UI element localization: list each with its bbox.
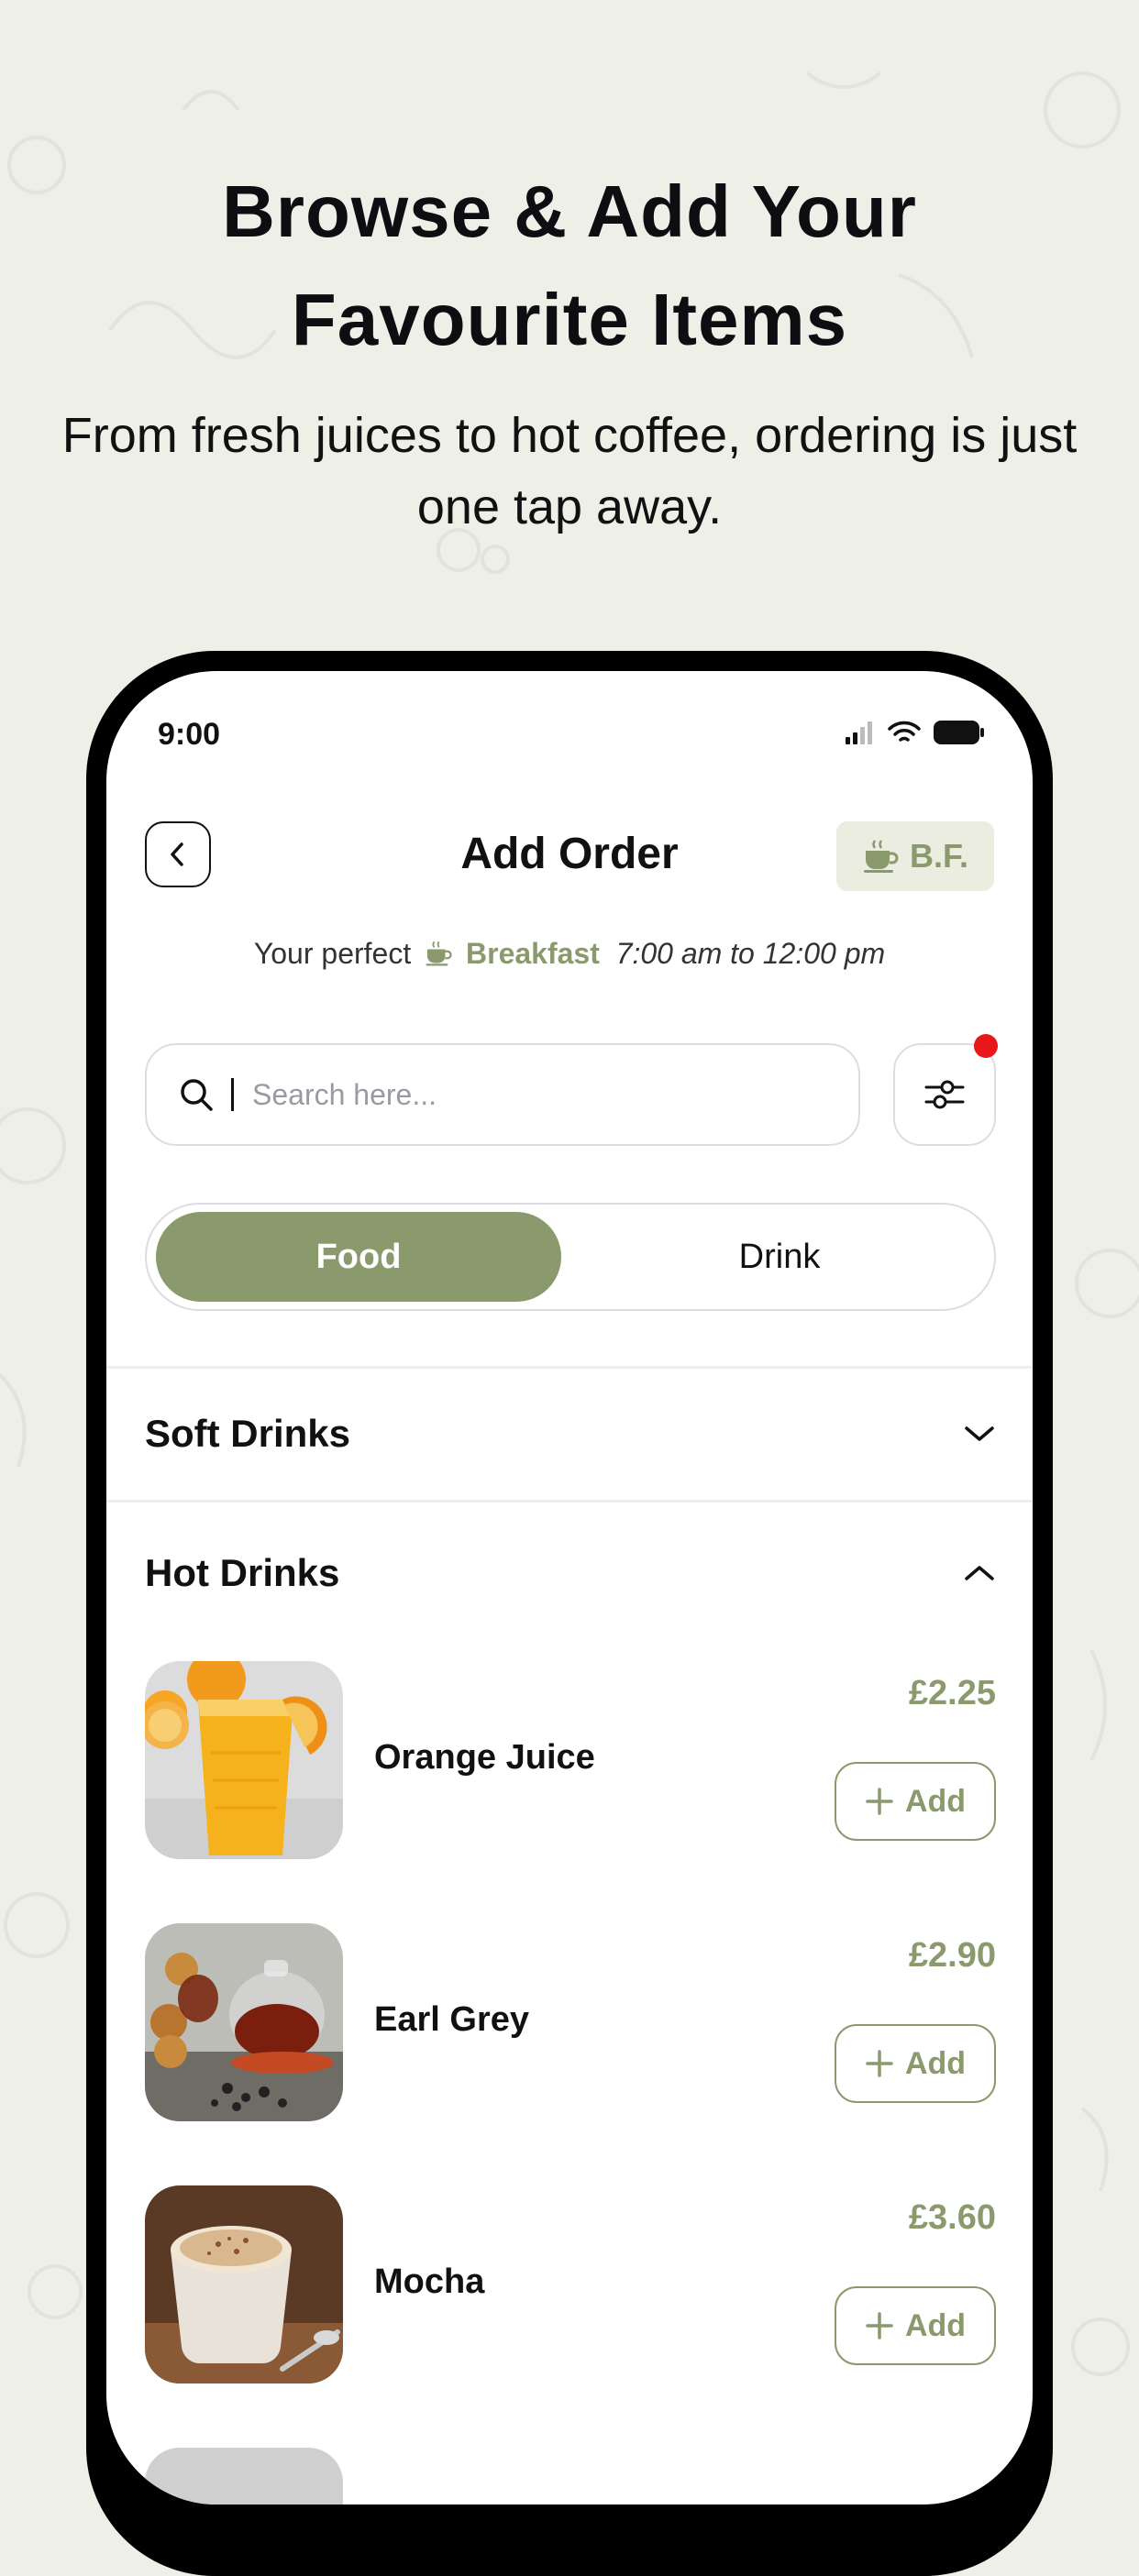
hero-title-line-1: Browse & Add Your — [222, 171, 917, 252]
divider — [106, 1500, 1033, 1503]
plus-icon — [866, 1788, 893, 1815]
search-icon — [181, 1079, 213, 1111]
meal-name: Breakfast — [466, 937, 600, 970]
item-price: £2.25 — [908, 1674, 996, 1712]
add-button-label: Add — [904, 2045, 967, 2081]
add-button[interactable]: Add — [835, 1762, 996, 1841]
add-button[interactable]: Add — [835, 2286, 996, 2365]
meal-badge-label: B.F. — [909, 837, 968, 875]
meal-hours: 7:00 am to 12:00 pm — [615, 937, 886, 970]
search-bar[interactable] — [145, 1043, 860, 1146]
section-title: Soft Drinks — [145, 1412, 351, 1455]
divider — [106, 1366, 1033, 1369]
list-item[interactable]: Earl Grey £2.90 Add — [145, 1923, 996, 2121]
hero-subtitle: From fresh juices to hot coffee, orderin… — [61, 408, 1078, 534]
item-name: Mocha — [374, 2262, 485, 2301]
coffee-cup-icon — [426, 941, 452, 966]
plus-icon — [866, 2312, 893, 2339]
list-item[interactable]: Orange Juice £2.25 Add — [145, 1661, 996, 1859]
phone-screen: 9:00 Add Order B.F. Your perfect Breakfa… — [106, 671, 1033, 2504]
add-button[interactable]: Add — [835, 2024, 996, 2103]
earl-grey-tea-image — [145, 1923, 343, 2121]
mocha-image — [145, 2185, 343, 2383]
wifi-icon — [888, 721, 921, 742]
meal-badge[interactable]: B.F. — [836, 821, 994, 891]
chevron-up-icon — [965, 1566, 994, 1580]
add-button-label: Add — [904, 2307, 967, 2343]
status-time: 9:00 — [158, 717, 221, 752]
search-input[interactable] — [250, 1076, 768, 1113]
list-item[interactable] — [145, 2448, 996, 2504]
hero-title: Browse & Add Your Favourite Items — [0, 158, 1139, 374]
meal-time-info: Your perfect Breakfast 7:00 am to 12:00 … — [106, 937, 1033, 971]
notification-dot — [974, 1034, 998, 1058]
cellular-signal-icon — [846, 721, 872, 744]
category-tabs: Food Drink — [145, 1203, 996, 1311]
add-button-label: Add — [904, 1783, 967, 1819]
item-price: £2.90 — [908, 1936, 996, 1975]
item-name: Earl Grey — [374, 2000, 529, 2039]
tab-drink[interactable]: Drink — [570, 1212, 989, 1302]
section-hot-drinks[interactable]: Hot Drinks — [145, 1536, 996, 1610]
status-icons — [846, 719, 985, 746]
text-caret — [231, 1078, 234, 1111]
coffee-cup-icon — [863, 840, 899, 873]
item-name: Orange Juice — [374, 1738, 595, 1777]
chevron-down-icon — [965, 1426, 994, 1441]
section-title: Hot Drinks — [145, 1551, 340, 1594]
orange-juice-image — [145, 1661, 343, 1859]
meal-prefix: Your perfect — [253, 937, 412, 970]
battery-icon — [934, 721, 984, 744]
list-item[interactable]: Mocha £3.60 Add — [145, 2185, 996, 2383]
plus-icon — [866, 2050, 893, 2077]
item-image — [145, 2448, 343, 2504]
filter-button[interactable] — [893, 1034, 998, 1146]
filter-sliders-icon — [924, 1080, 965, 1109]
tab-food[interactable]: Food — [156, 1212, 561, 1302]
section-soft-drinks[interactable]: Soft Drinks — [145, 1397, 996, 1470]
item-price: £3.60 — [908, 2198, 996, 2237]
hero-title-line-2: Favourite Items — [291, 279, 848, 360]
